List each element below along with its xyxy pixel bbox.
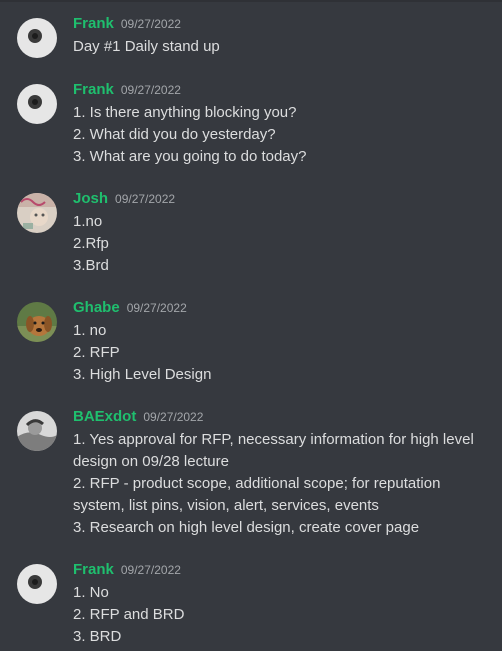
message-header: Frank 09/27/2022 xyxy=(73,561,181,579)
timestamp: 09/27/2022 xyxy=(120,563,181,577)
frank-avatar-icon xyxy=(17,564,57,604)
message-header: Josh 09/27/2022 xyxy=(73,190,175,208)
timestamp: 09/27/2022 xyxy=(120,17,181,31)
message-line: 1. No xyxy=(73,584,109,601)
message-line: 1. Is there anything blocking you? xyxy=(73,104,297,121)
timestamp: 09/27/2022 xyxy=(143,410,204,424)
message-content: 1.no 2.Rfp 3.Brd xyxy=(73,211,483,277)
message-line: 1. no xyxy=(73,322,107,339)
message-line: 2.Rfp xyxy=(73,235,109,252)
avatar[interactable] xyxy=(17,18,57,58)
frank-avatar-icon xyxy=(17,84,57,124)
author-name[interactable]: Frank xyxy=(73,15,114,32)
message-line: 2. RFP xyxy=(73,344,120,361)
message-content: 1. No 2. RFP and BRD 3. BRD xyxy=(73,582,483,648)
author-name[interactable]: BAExdot xyxy=(73,408,136,425)
message-line: 3. High Level Design xyxy=(73,366,212,383)
message-line: 2. RFP and BRD xyxy=(73,606,185,623)
message-line: 1. Yes approval for RFP, necessary infor… xyxy=(73,431,474,470)
avatar[interactable] xyxy=(17,193,57,233)
timestamp: 09/27/2022 xyxy=(126,301,187,315)
avatar[interactable] xyxy=(17,302,57,342)
message-line: 2. RFP - product scope, additional scope… xyxy=(73,475,441,514)
message-line: 3.Brd xyxy=(73,257,109,274)
message-header: Ghabe 09/27/2022 xyxy=(73,299,187,317)
author-name[interactable]: Ghabe xyxy=(73,299,120,316)
message-line: 2. What did you do yesterday? xyxy=(73,126,276,143)
message-line: 3. BRD xyxy=(73,628,122,645)
author-name[interactable]: Josh xyxy=(73,190,108,207)
chat-messages: Frank 09/27/2022 Day #1 Daily stand up Fr… xyxy=(0,0,502,651)
avatar[interactable] xyxy=(17,411,57,451)
message-line: 3. What are you going to do today? xyxy=(73,148,307,165)
message-content: Day #1 Daily stand up xyxy=(73,36,483,58)
message-content: 1. Is there anything blocking you? 2. Wh… xyxy=(73,102,483,168)
avatar[interactable] xyxy=(17,564,57,604)
baexdot-avatar-icon xyxy=(17,411,57,451)
avatar[interactable] xyxy=(17,84,57,124)
author-name[interactable]: Frank xyxy=(73,561,114,578)
dog-avatar-icon xyxy=(17,302,57,342)
message-line: 1.no xyxy=(73,213,103,230)
timestamp: 09/27/2022 xyxy=(115,192,176,206)
message-content: 1. no 2. RFP 3. High Level Design xyxy=(73,320,483,386)
message-line: 3. Research on high level design, create… xyxy=(73,519,420,536)
frank-avatar-icon xyxy=(17,18,57,58)
message-content: 1. Yes approval for RFP, necessary infor… xyxy=(73,429,483,539)
message-header: BAExdot 09/27/2022 xyxy=(73,408,203,426)
top-divider xyxy=(0,0,502,2)
message-header: Frank 09/27/2022 xyxy=(73,15,181,33)
message-line: Day #1 Daily stand up xyxy=(73,38,220,55)
message-header: Frank 09/27/2022 xyxy=(73,81,181,99)
timestamp: 09/27/2022 xyxy=(120,83,181,97)
author-name[interactable]: Frank xyxy=(73,81,114,98)
josh-avatar-icon xyxy=(17,193,57,233)
